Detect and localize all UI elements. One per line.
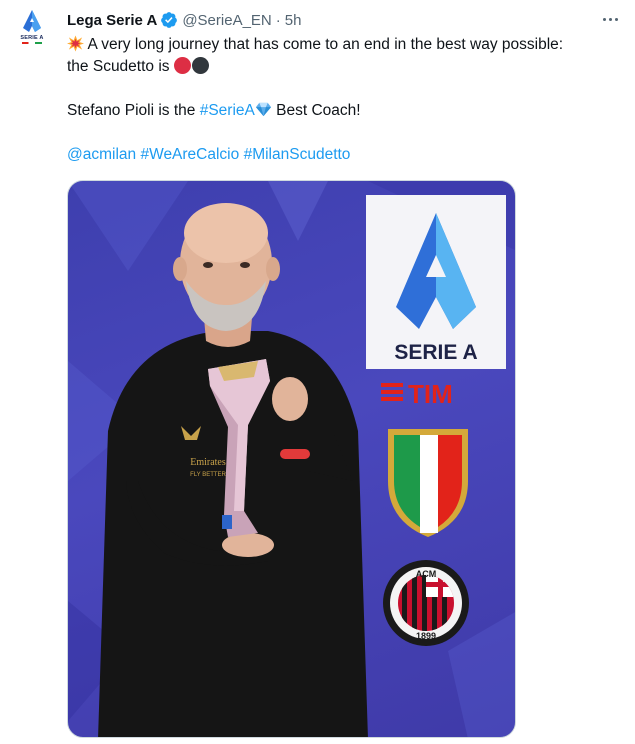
tweet-line-3-suffix: Best Coach!: [276, 102, 361, 119]
hashtag-wearecalcio[interactable]: #WeAreCalcio: [140, 146, 239, 163]
tweet[interactable]: SERIE A Lega Serie A @SerieA_EN · 5h A v…: [0, 0, 635, 744]
board-brand-text: SERIE A: [394, 341, 477, 364]
tweet-line-1-text: A very long journey that has come to an …: [87, 36, 564, 53]
verified-badge-icon: [161, 12, 178, 28]
hashtag-seriea[interactable]: #SerieA: [200, 102, 255, 119]
more-options-icon-dot: [608, 17, 612, 21]
tweet-text: A very long journey that has come to an …: [67, 34, 622, 166]
shirt-sponsor-line2: FLY BETTER: [190, 472, 226, 478]
more-options-icon-dot: [614, 17, 618, 21]
tweet-line-2: the Scudetto is: [67, 56, 622, 78]
serie-a-board: SERIE A: [366, 195, 506, 369]
separator-dot: ·: [275, 11, 281, 29]
shirt-sponsor-line1: Emirates: [190, 457, 226, 468]
tweet-line-3-prefix: Stefano Pioli is the: [67, 102, 196, 119]
crest-year-text: 1899: [416, 631, 436, 641]
avatar-text: SERIE A: [20, 35, 44, 41]
author-display-name[interactable]: Lega Serie A: [67, 12, 157, 29]
tweet-photo[interactable]: SERIE A TIM ACM 1899 Emirates FLY BETTER: [67, 180, 516, 738]
tweet-timestamp[interactable]: 5h: [285, 12, 302, 29]
ac-milan-crest-icon: ACM 1899: [383, 560, 469, 646]
photo-scene: SERIE A TIM ACM 1899 Emirates FLY BETTER: [68, 181, 515, 737]
black-circle-emoji-icon: [191, 57, 209, 74]
tweet-header: Lega Serie A @SerieA_EN · 5h: [67, 9, 301, 31]
collision-emoji-icon: [67, 35, 84, 52]
tweet-tags-line: @acmilan #WeAreCalcio #MilanScudetto: [67, 144, 622, 166]
serie-a-logo-icon: [23, 10, 41, 32]
more-options-button[interactable]: [599, 12, 621, 26]
tim-logo: TIM: [381, 379, 453, 409]
tweet-line-3: Stefano Pioli is the #SerieA Best Coach!: [67, 100, 622, 122]
mention-acmilan[interactable]: @acmilan: [67, 146, 136, 163]
more-options-icon-dot: [602, 17, 606, 21]
tweet-line-1: A very long journey that has come to an …: [67, 34, 622, 56]
red-circle-emoji-icon: [173, 57, 191, 74]
avatar-stripe: [22, 42, 42, 44]
line-spacer: [67, 78, 622, 100]
tweet-line-2-text: the Scudetto is: [67, 58, 170, 75]
crest-top-text: ACM: [416, 569, 437, 579]
gem-emoji-icon: [255, 102, 271, 117]
hashtag-milanscudetto[interactable]: #MilanScudetto: [244, 146, 351, 163]
author-handle[interactable]: @SerieA_EN: [182, 12, 271, 29]
line-spacer: [67, 122, 622, 144]
board-sponsor-text: TIM: [408, 379, 453, 409]
author-avatar[interactable]: SERIE A: [10, 8, 54, 52]
scudetto-icon: [388, 429, 468, 537]
